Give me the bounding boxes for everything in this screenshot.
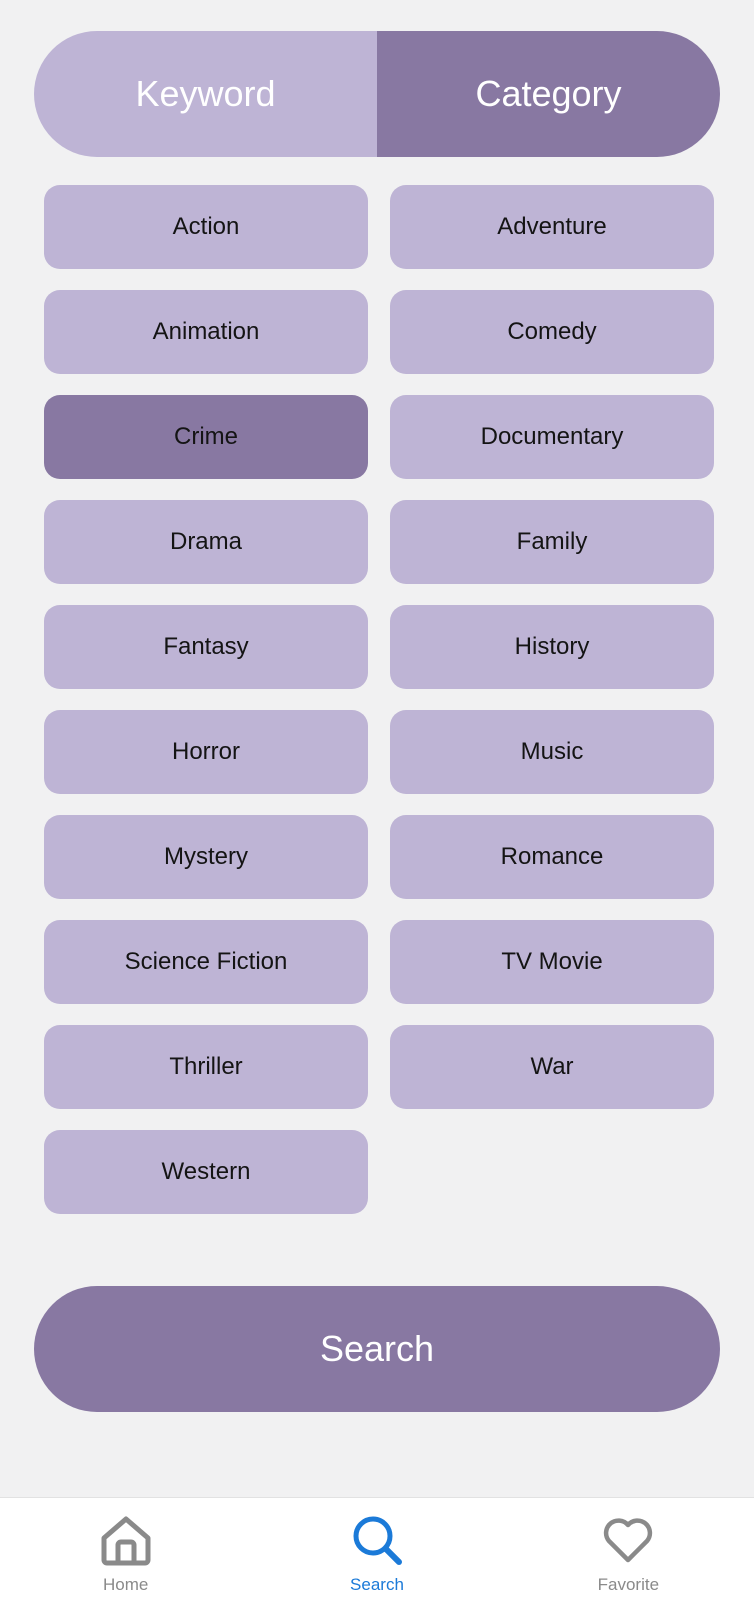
category-chip-horror[interactable]: Horror [44,710,368,794]
nav-item-search[interactable]: Search [251,1498,502,1600]
nav-item-favorite[interactable]: Favorite [503,1498,754,1600]
category-chip-western[interactable]: Western [44,1130,368,1214]
category-chip-history[interactable]: History [390,605,714,689]
category-chip-science-fiction[interactable]: Science Fiction [44,920,368,1004]
category-chip-family[interactable]: Family [390,500,714,584]
category-chip-tv-movie[interactable]: TV Movie [390,920,714,1004]
category-chip-war[interactable]: War [390,1025,714,1109]
nav-item-home[interactable]: Home [0,1498,251,1600]
screen: Keyword Category Action Adventure Animat… [0,0,754,1600]
search-button[interactable]: Search [34,1286,720,1412]
category-chip-drama[interactable]: Drama [44,500,368,584]
bottom-nav: Home Search Favorite [0,1497,754,1600]
category-chip-animation[interactable]: Animation [44,290,368,374]
category-chip-action[interactable]: Action [44,185,368,269]
nav-label-search: Search [350,1575,404,1594]
category-chip-music[interactable]: Music [390,710,714,794]
search-icon [349,1512,405,1573]
category-grid: Action Adventure Animation Comedy Crime … [44,185,714,1214]
nav-label-favorite: Favorite [597,1575,660,1594]
category-chip-documentary[interactable]: Documentary [390,395,714,479]
category-chip-adventure[interactable]: Adventure [390,185,714,269]
category-chip-comedy[interactable]: Comedy [390,290,714,374]
nav-label-home: Home [102,1575,149,1594]
category-chip-crime[interactable]: Crime [44,395,368,479]
home-icon [98,1512,154,1573]
category-chip-fantasy[interactable]: Fantasy [44,605,368,689]
category-chip-mystery[interactable]: Mystery [44,815,368,899]
category-chip-thriller[interactable]: Thriller [44,1025,368,1109]
tab-keyword[interactable]: Keyword [34,31,377,157]
search-mode-toggle: Keyword Category [34,31,720,157]
tab-category[interactable]: Category [377,31,720,157]
heart-icon [600,1512,656,1573]
category-chip-romance[interactable]: Romance [390,815,714,899]
